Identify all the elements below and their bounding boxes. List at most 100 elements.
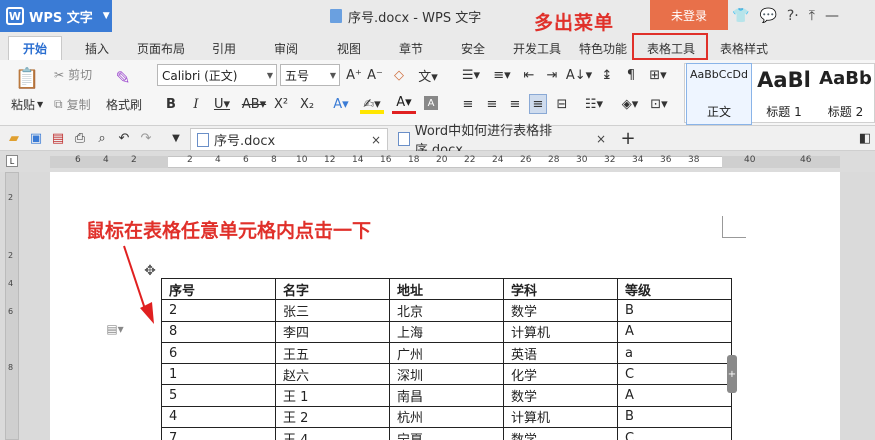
ruler-corner[interactable]: L xyxy=(6,155,18,167)
style-heading2[interactable]: AaBb 标题 2 xyxy=(817,64,874,124)
doc-tab-active[interactable]: 序号.docx × xyxy=(190,128,388,150)
table-cell[interactable]: 化学 xyxy=(503,363,618,386)
help-icon[interactable]: ?· xyxy=(787,8,799,24)
table-move-handle-icon[interactable]: ✥ xyxy=(141,262,159,280)
chat-icon[interactable]: 💬 xyxy=(759,8,776,24)
justify-icon[interactable]: ≡ xyxy=(529,94,547,114)
table-cell[interactable]: 赵六 xyxy=(275,363,390,386)
tab-view[interactable]: 视图 xyxy=(325,36,373,60)
restore-icon[interactable]: ⤒ xyxy=(809,8,815,24)
table-header-cell[interactable]: 名字 xyxy=(275,277,390,301)
tab-review[interactable]: 审阅 xyxy=(262,36,310,60)
export-pdf-icon[interactable]: ▤ xyxy=(50,130,66,146)
italic-icon[interactable]: I xyxy=(188,94,204,114)
sort-icon[interactable]: A↓▾ xyxy=(566,66,592,84)
table-cell[interactable]: 计算机 xyxy=(503,405,618,429)
table-cell[interactable]: A xyxy=(617,384,732,407)
table-cell[interactable]: B xyxy=(617,299,732,322)
tab-references[interactable]: 引用 xyxy=(200,36,248,60)
table-cell[interactable]: 上海 xyxy=(389,320,504,343)
horizontal-ruler[interactable]: 6 4 2 2 4 6 8 10 12 14 16 18 20 22 24 26… xyxy=(0,151,875,172)
wps-menu-button[interactable]: W WPS 文字 ▼ xyxy=(0,0,112,32)
increase-indent-icon[interactable]: ⇥ xyxy=(543,66,561,84)
table-add-column-handle[interactable]: + xyxy=(727,355,737,393)
table-cell[interactable]: C xyxy=(617,363,732,386)
close-icon[interactable]: × xyxy=(371,133,381,147)
tab-table-style[interactable]: 表格样式 xyxy=(712,36,776,60)
table-cell[interactable]: 南昌 xyxy=(389,384,504,407)
table-cell[interactable]: 张三 xyxy=(275,299,390,322)
table-cell[interactable]: C xyxy=(617,427,732,440)
subscript-icon[interactable]: X₂ xyxy=(298,94,316,114)
tab-security[interactable]: 安全 xyxy=(449,36,497,60)
paste-icon[interactable]: 📋 xyxy=(14,65,40,91)
phonetic-icon[interactable]: 文▾ xyxy=(414,66,442,85)
table-header-cell[interactable]: 序号 xyxy=(161,277,276,301)
format-painter-icon[interactable]: ✎ xyxy=(110,65,136,91)
table-cell[interactable]: A xyxy=(617,320,732,343)
table-cell[interactable]: 英语 xyxy=(503,341,618,365)
strikethrough-icon[interactable]: AB▾ xyxy=(240,94,268,114)
undo-icon[interactable]: ↶ xyxy=(116,130,132,146)
vertical-ruler[interactable]: 2 2 4 6 8 xyxy=(5,172,19,440)
new-tab-icon[interactable]: + xyxy=(618,128,638,149)
table-cell[interactable]: 6 xyxy=(161,341,276,365)
redo-icon[interactable]: ↷ xyxy=(138,130,154,146)
sidebar-icon[interactable]: ◧ xyxy=(857,130,873,146)
table-cell[interactable]: 王 4 xyxy=(275,427,390,440)
style-heading1[interactable]: AaBl 标题 1 xyxy=(753,64,815,124)
paragraph-spacing-icon[interactable]: ☷▾ xyxy=(581,94,607,114)
tab-home[interactable]: 开始 xyxy=(8,36,62,60)
open-folder-icon[interactable]: ▰ xyxy=(6,130,22,146)
table-cell[interactable]: 5 xyxy=(161,384,276,407)
table-header-cell[interactable]: 地址 xyxy=(389,277,504,301)
shading-icon[interactable]: ◈▾ xyxy=(616,94,644,114)
grow-font-icon[interactable]: A⁺ xyxy=(345,66,363,84)
show-marks-icon[interactable]: ¶ xyxy=(622,66,640,84)
table-header-cell[interactable]: 学科 xyxy=(503,277,618,301)
table-cell[interactable]: 1 xyxy=(161,363,276,386)
font-color-icon[interactable]: A▾ xyxy=(392,94,416,114)
tab-insert[interactable]: 插入 xyxy=(72,36,122,60)
table-cell[interactable]: 王 2 xyxy=(275,405,390,429)
superscript-icon[interactable]: X² xyxy=(272,94,290,114)
tab-features[interactable]: 特色功能 xyxy=(574,36,632,60)
table-cell[interactable]: a xyxy=(617,341,732,365)
highlight-icon[interactable]: ✍▾ xyxy=(360,94,384,114)
skin-icon[interactable]: 👕 xyxy=(732,8,749,24)
shrink-font-icon[interactable]: A⁻ xyxy=(366,66,384,84)
tab-chapter[interactable]: 章节 xyxy=(387,36,435,60)
table-cell[interactable]: 王五 xyxy=(275,341,390,365)
line-spacing-icon[interactable]: ↨ xyxy=(598,66,616,84)
table-cell[interactable]: 广州 xyxy=(389,341,504,365)
tab-page-layout[interactable]: 页面布局 xyxy=(132,36,190,60)
char-shading-icon[interactable]: A xyxy=(424,96,438,110)
table-cell[interactable]: 数学 xyxy=(503,384,618,407)
table-cell[interactable]: 7 xyxy=(161,427,276,440)
print-icon[interactable]: ⎙ xyxy=(72,130,88,146)
table-cell[interactable]: 北京 xyxy=(389,299,504,322)
table-cell[interactable]: 2 xyxy=(161,299,276,322)
border-icon[interactable]: ⊡▾ xyxy=(646,94,672,114)
align-right-icon[interactable]: ≡ xyxy=(507,94,523,114)
login-button[interactable]: 未登录 xyxy=(650,0,728,30)
format-painter-button[interactable]: 格式刷 xyxy=(106,96,142,113)
bullet-list-icon[interactable]: ☰▾ xyxy=(457,66,485,84)
align-left-icon[interactable]: ≡ xyxy=(460,94,476,114)
chevron-down-icon[interactable]: ▼ xyxy=(168,130,184,146)
font-name-select[interactable]: Calibri (正文) ▼ xyxy=(157,64,277,86)
save-icon[interactable]: ▣ xyxy=(28,130,44,146)
table-cell[interactable]: 李四 xyxy=(275,320,390,343)
numbered-list-icon[interactable]: ≡▾ xyxy=(488,66,516,84)
doc-tab[interactable]: Word中如何进行表格排序.docx × xyxy=(392,124,612,158)
align-center-icon[interactable]: ≡ xyxy=(484,94,500,114)
cut-button[interactable]: ✂ 剪切 xyxy=(54,66,92,83)
bold-icon[interactable]: B xyxy=(163,94,179,114)
clear-format-icon[interactable]: ◇ xyxy=(390,66,408,84)
table-cell[interactable]: 杭州 xyxy=(389,405,504,429)
table-cell[interactable]: 数学 xyxy=(503,299,618,322)
table-header-cell[interactable]: 等级 xyxy=(617,277,732,301)
table-cell[interactable]: 4 xyxy=(161,405,276,429)
table-cell[interactable]: 数学 xyxy=(503,427,618,440)
style-normal[interactable]: AaBbCcDd 正文 xyxy=(686,63,752,125)
